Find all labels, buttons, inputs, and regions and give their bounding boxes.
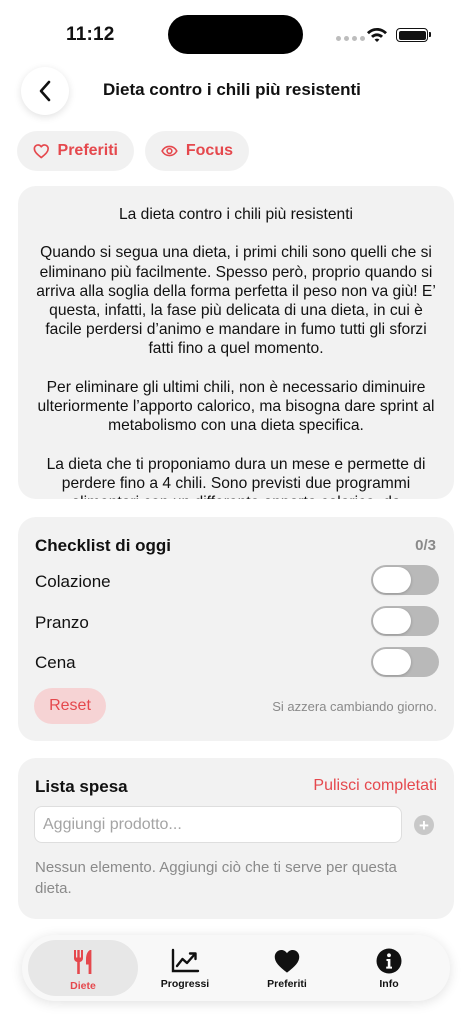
tab-label: Diete (70, 980, 96, 992)
reset-button[interactable]: Reset (34, 688, 106, 724)
tab-label: Progressi (160, 978, 210, 990)
status-time: 11:12 (66, 24, 115, 45)
checklist-item-label: Pranzo (35, 613, 89, 632)
wifi-icon (367, 28, 387, 42)
checklist-item-label: Colazione (35, 572, 111, 591)
back-button[interactable] (21, 67, 69, 115)
clear-completed-button[interactable]: Pulisci completati (313, 777, 437, 795)
tab-bar: Diete Progressi Preferiti Info (22, 935, 450, 1001)
checklist-card: Checklist di oggi 0/3 Colazione Pranzo C… (18, 517, 454, 741)
focus-chip-label: Focus (185, 142, 233, 159)
chevron-left-icon (39, 80, 51, 102)
dynamic-island (168, 15, 303, 54)
article-paragraph: Per eliminare gli ultimi chili, non è ne… (37, 378, 435, 435)
tab-info[interactable]: Info (337, 940, 441, 996)
focus-chip[interactable]: Focus (145, 131, 249, 171)
shopping-list-card: Lista spesa Pulisci completati + Nessun … (18, 758, 454, 919)
pranzo-toggle[interactable] (371, 606, 439, 636)
chart-icon (171, 948, 200, 973)
fork-knife-icon (74, 950, 92, 974)
empty-list-message: Nessun elemento. Aggiungi ciò che ti ser… (35, 859, 397, 897)
battery-icon (396, 28, 431, 42)
cellular-signal-icon (336, 36, 365, 41)
eye-icon (161, 145, 178, 157)
article-scroll-view[interactable]: La dieta contro i chili più resistenti Q… (18, 186, 454, 499)
info-icon (376, 948, 402, 974)
checklist-title: Checklist di oggi (35, 536, 172, 555)
checklist-count: 0/3 (415, 537, 436, 554)
page-title: Dieta contro i chili più resistenti (103, 80, 361, 99)
heart-outline-icon (33, 144, 49, 159)
favorites-chip[interactable]: Preferiti (17, 131, 134, 171)
plus-icon: + (419, 815, 429, 835)
article-paragraph: La dieta che ti proponiamo dura un mese … (46, 455, 426, 499)
reset-hint: Si azzera cambiando giorno. (272, 699, 437, 714)
add-product-button[interactable]: + (414, 815, 434, 835)
shopping-list-title: Lista spesa (35, 777, 128, 796)
article-paragraph: Quando si segua una dieta, i primi chili… (36, 244, 436, 358)
colazione-toggle[interactable] (371, 565, 439, 595)
tab-preferiti[interactable]: Preferiti (235, 940, 339, 996)
article-text: La dieta contro i chili più resistenti Q… (34, 205, 438, 499)
heart-icon (274, 950, 300, 973)
tab-label: Info (379, 978, 399, 990)
favorites-chip-label: Preferiti (57, 142, 118, 159)
cena-toggle[interactable] (371, 647, 439, 677)
tab-progressi[interactable]: Progressi (133, 940, 237, 996)
add-product-input[interactable] (34, 806, 402, 843)
tab-diete[interactable]: Diete (28, 940, 138, 996)
article-heading: La dieta contro i chili più resistenti (118, 206, 354, 223)
checklist-item-label: Cena (35, 653, 76, 672)
status-bar: 11:12 (0, 0, 472, 62)
tab-label: Preferiti (267, 978, 307, 990)
